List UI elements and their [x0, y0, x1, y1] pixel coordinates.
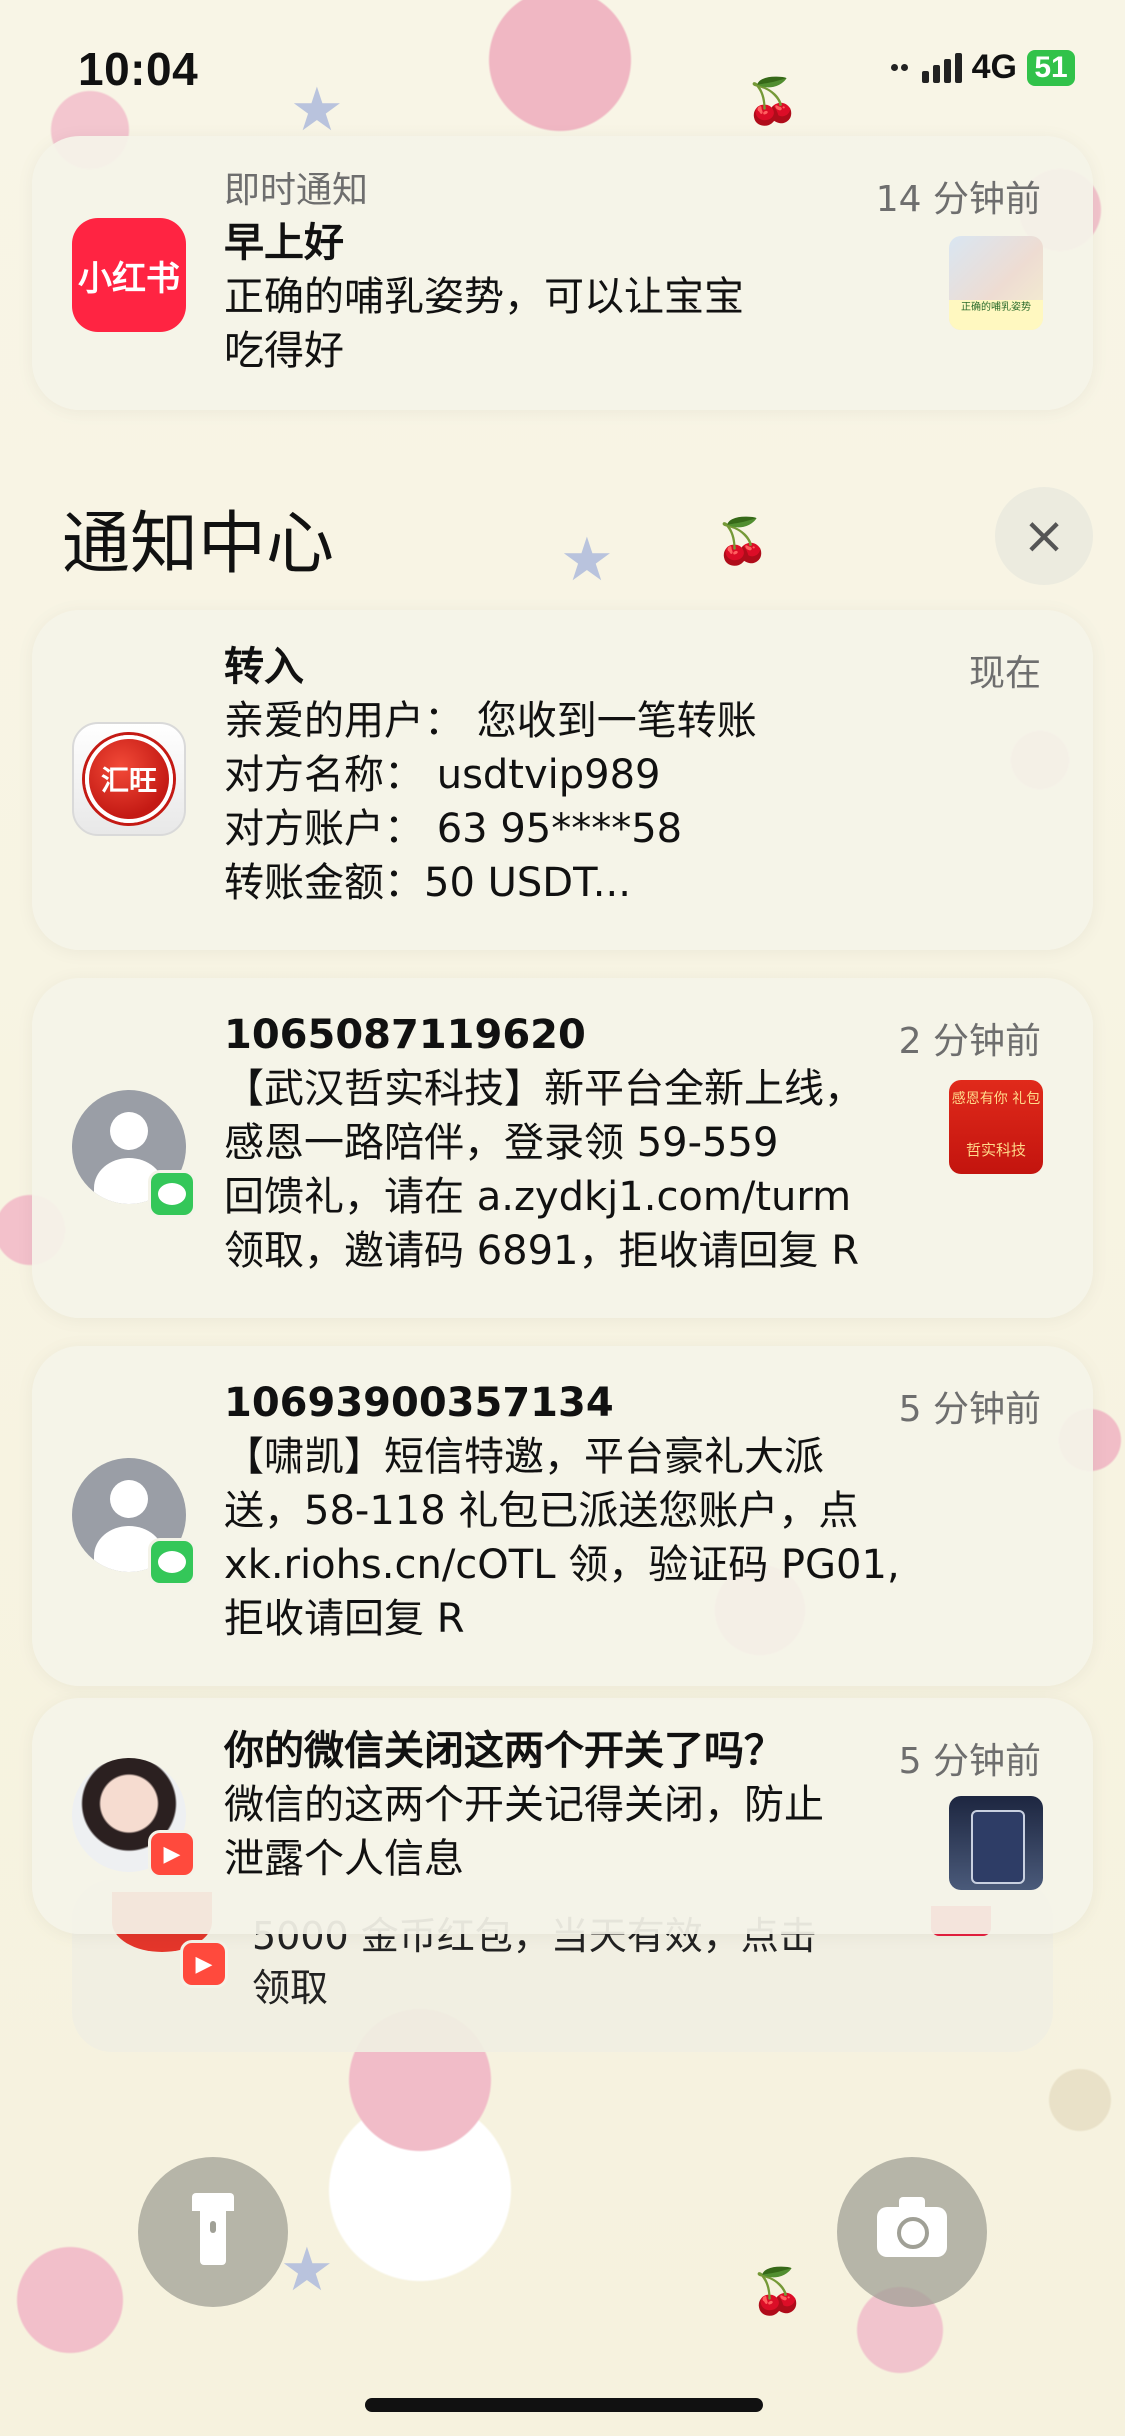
notification-title: 10693900357134	[224, 1380, 614, 1426]
notification-thumbnail: 正确的哺乳姿势	[949, 236, 1043, 330]
notification-title: 转入	[224, 644, 304, 690]
flashlight-button[interactable]	[138, 2157, 288, 2307]
notification-card-kuaishou[interactable]: ▶ 5 分钟前 你的微信关闭这两个开关了吗？ 微信的这两个开关记得关闭，防止 泄…	[32, 1698, 1093, 1934]
star-decoration-icon: ★	[560, 525, 614, 595]
phone-screen-thumbnail	[971, 1810, 1025, 1884]
close-icon: ×	[1022, 506, 1066, 566]
cherry-decoration-icon: 🍒	[715, 516, 770, 567]
cherry-decoration-icon: 🍒	[750, 2266, 805, 2317]
messages-icon	[148, 1170, 196, 1218]
avatar-head	[110, 1112, 148, 1150]
notification-body: 【啸凯】短信特邀，平台豪礼大派 送，58-118 礼包已派送您账户，点 xk.r…	[224, 1434, 900, 1642]
notification-title: 1065087119620	[224, 1012, 586, 1058]
signal-dots-icon	[890, 64, 908, 71]
star-decoration-icon: ★	[280, 2235, 334, 2305]
avatar-head	[110, 1480, 148, 1518]
camera-icon	[877, 2197, 947, 2257]
notification-content: 你的微信关闭这两个开关了吗？ 微信的这两个开关记得关闭，防止 泄露个人信息	[224, 1724, 1053, 1886]
notification-center-title: 通知中心	[62, 505, 335, 584]
notification-content: 即时通知 早上好 正确的哺乳姿势，可以让宝宝 吃得好	[224, 166, 1053, 378]
message-bubble-icon	[158, 1183, 186, 1205]
thumbnail-caption: 感恩有你 礼包	[951, 1091, 1041, 1107]
network-type: 4G	[971, 48, 1017, 86]
notification-body: 微信的这两个开关记得关闭，防止 泄露个人信息	[224, 1782, 824, 1882]
notification-app-label: 即时通知	[224, 170, 369, 211]
huiwang-icon: 汇旺	[72, 722, 186, 836]
status-bar: 10:04 4G 51	[0, 0, 1125, 140]
cellular-signal-icon	[921, 52, 962, 83]
notification-thumbnail	[949, 1796, 1043, 1890]
notification-card-sms[interactable]: 2 分钟前 1065087119620 【武汉哲实科技】新平台全新上线， 感恩一…	[32, 978, 1093, 1318]
notification-card-transfer[interactable]: 汇旺 现在 转入 亲爱的用户： 您收到一笔转账 对方名称： usdtvip989…	[32, 610, 1093, 950]
notification-content: 1065087119620 【武汉哲实科技】新平台全新上线， 感恩一路陪伴，登录…	[224, 1008, 1053, 1278]
xiaohongshu-icon: 小红书	[72, 218, 186, 332]
status-time: 10:04	[78, 43, 199, 95]
battery-indicator: 51	[1027, 49, 1075, 86]
camera-button[interactable]	[837, 2157, 987, 2307]
kuaishou-icon: ▶	[148, 1830, 196, 1878]
notification-card-xiaohongshu[interactable]: 小红书 14 分钟前 即时通知 早上好 正确的哺乳姿势，可以让宝宝 吃得好 正确…	[32, 136, 1093, 410]
thumbnail-caption: 正确的哺乳姿势	[949, 300, 1043, 330]
home-indicator[interactable]	[365, 2398, 763, 2412]
thumbnail-caption: 哲实科技	[965, 1141, 1026, 1159]
notification-thumbnail: 感恩有你 礼包 哲实科技	[949, 1080, 1043, 1174]
notification-card-sms[interactable]: 5 分钟前 10693900357134 【啸凯】短信特邀，平台豪礼大派 送，5…	[32, 1346, 1093, 1686]
notification-body: 亲爱的用户： 您收到一笔转账 对方名称： usdtvip989 对方账户： 63…	[224, 698, 757, 906]
notification-body: 【武汉哲实科技】新平台全新上线， 感恩一路陪伴，登录领 59-559 回馈礼，请…	[224, 1066, 864, 1274]
flashlight-icon	[192, 2193, 234, 2265]
message-bubble-icon	[158, 1551, 186, 1573]
notification-content: 转入 亲爱的用户： 您收到一笔转账 对方名称： usdtvip989 对方账户：…	[224, 640, 1053, 910]
notification-body: 正确的哺乳姿势，可以让宝宝 吃得好	[224, 274, 744, 374]
messages-icon	[148, 1538, 196, 1586]
notification-content: 10693900357134 【啸凯】短信特邀，平台豪礼大派 送，58-118 …	[224, 1376, 1053, 1646]
status-indicators: 4G 51	[890, 48, 1075, 87]
huiwang-icon-label: 汇旺	[85, 735, 173, 823]
notification-title: 你的微信关闭这两个开关了吗？	[224, 1728, 784, 1774]
kuaishou-icon: ▶	[180, 1940, 228, 1988]
clear-notifications-button[interactable]: ×	[995, 487, 1093, 585]
notification-title: 早上好	[224, 220, 344, 266]
